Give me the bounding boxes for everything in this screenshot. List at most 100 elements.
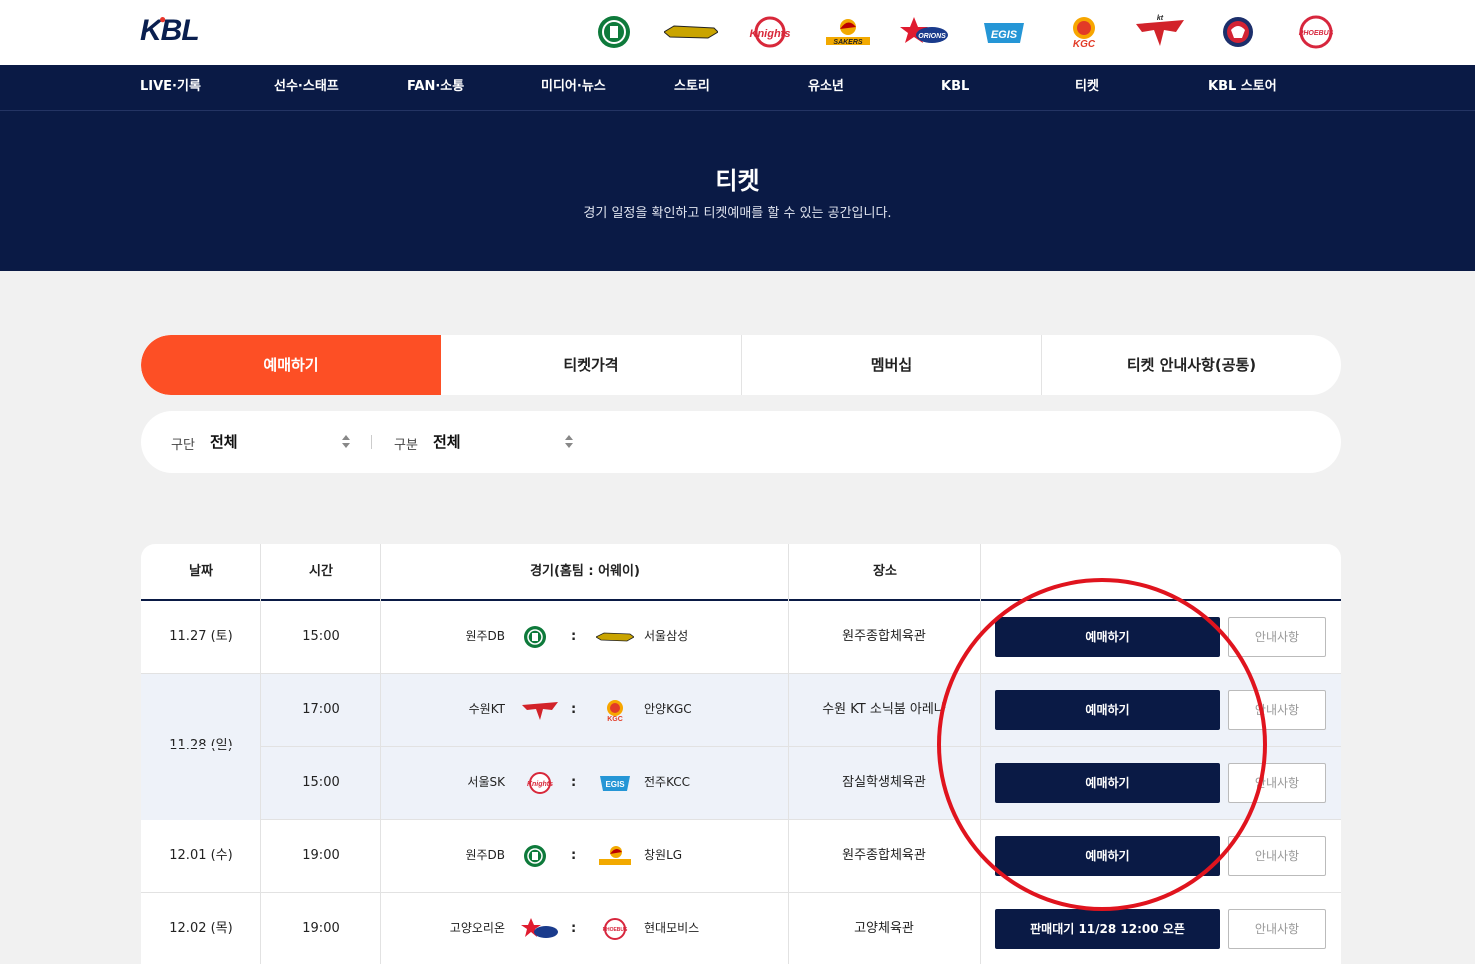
header-time: 시간	[309, 564, 333, 579]
away-team: 안양KGC	[644, 702, 692, 716]
schedule-table: 날짜 시간 경기(홈팀 : 어웨이) 장소 15:00 원주DB: 서울삼성원주종합…	[141, 544, 1341, 964]
score-separator: :	[571, 921, 577, 936]
kbl-logo[interactable]: KBL ●	[140, 12, 200, 48]
svg-text:Knights: Knights	[527, 781, 553, 788]
nav-item-live[interactable]: LIVE·기록	[140, 65, 201, 111]
team-logo-sakers-icon[interactable]: SAKERS	[822, 14, 872, 50]
team-logo-phoebus-icon[interactable]: PHOEBUS	[1294, 14, 1338, 50]
away-team: 서울삼성	[644, 629, 689, 643]
tab-booking[interactable]: 예매하기	[141, 335, 441, 395]
team-logo-orions-icon[interactable]: ORIONS	[900, 14, 950, 50]
score-separator: :	[571, 775, 577, 790]
tab-price[interactable]: 티켓가격	[441, 335, 741, 395]
kcc-egis-icon: EGIS	[596, 771, 634, 795]
score-separator: :	[571, 702, 577, 717]
svg-text:EGIS: EGIS	[605, 780, 625, 789]
samsung-thunders-icon	[595, 625, 635, 649]
buy-ticket-button[interactable]: 예매하기	[995, 763, 1220, 803]
svg-text:KGC: KGC	[607, 716, 623, 722]
header-venue: 장소	[873, 564, 897, 579]
ticket-tabs: 예매하기 티켓가격 멤버십 티켓 안내사항(공통)	[141, 335, 1341, 395]
col-divider	[788, 544, 789, 964]
col-divider	[980, 544, 981, 601]
tab-membership[interactable]: 멤버십	[741, 335, 1041, 395]
buy-ticket-button[interactable]: 판매대기 11/28 12:00 오픈	[995, 909, 1220, 949]
notice-button[interactable]: 안내사항	[1228, 909, 1326, 949]
buy-ticket-button[interactable]: 예매하기	[995, 690, 1220, 730]
table-row: 19:00 원주DB: 창원LG 원주종합체육관 예매하기 안내사항	[141, 820, 1341, 893]
venue: 원주종합체육관	[842, 848, 926, 863]
team-logo-db-icon[interactable]	[594, 14, 634, 50]
nav-item-store[interactable]: KBL 스토어	[1208, 65, 1277, 111]
team-logo-kt-icon[interactable]: kt	[1134, 14, 1186, 50]
svg-text:kt: kt	[1157, 15, 1164, 22]
nav-item-youth[interactable]: 유소년	[808, 65, 844, 111]
away-team: 전주KCC	[644, 775, 691, 789]
table-row: 15:00 원주DB: 서울삼성 원주종합체육관 예매하기 안내사항	[141, 601, 1341, 674]
filter-bar: 구단 전체 구분 전체	[141, 411, 1341, 473]
away-team: 현대모비스	[644, 921, 700, 935]
page-title: 티켓	[715, 167, 760, 195]
away-team: 창원LG	[644, 848, 683, 862]
team-filter-select[interactable]: 전체	[210, 431, 238, 452]
db-promy-icon	[521, 844, 549, 868]
match-date: 11.27 (토)	[169, 629, 233, 644]
phoebus-icon: PHOEBUS	[596, 917, 634, 941]
score-separator: :	[571, 629, 577, 644]
filter-divider	[371, 435, 372, 449]
venue: 고양체육관	[854, 921, 914, 936]
match-time: 15:00	[302, 775, 340, 790]
home-team: 수원KT	[468, 702, 505, 716]
match-time: 19:00	[302, 848, 340, 863]
svg-text:SAKERS: SAKERS	[833, 39, 863, 46]
table-row: 17:00 수원KT: KGC 안양KGC 수원 KT 소닉붐 아레나 예매하기 안내사항	[141, 674, 1341, 747]
home-team: 서울SK	[467, 775, 505, 789]
col-divider	[380, 544, 381, 964]
svg-text:ORIONS: ORIONS	[918, 33, 946, 40]
team-logo-egis-icon[interactable]: EGIS	[980, 14, 1028, 50]
notice-button[interactable]: 안내사항	[1228, 836, 1326, 876]
page-subtitle: 경기 일정을 확인하고 티켓예매를 할 수 있는 공간입니다.	[583, 206, 892, 221]
buy-ticket-button[interactable]: 예매하기	[995, 836, 1220, 876]
match-time: 19:00	[302, 921, 340, 936]
nav-item-fan[interactable]: FAN·소통	[407, 65, 464, 111]
kgc-icon: KGC	[596, 698, 634, 723]
col-divider	[260, 544, 261, 964]
sk-knights-icon: Knights	[521, 771, 553, 795]
table-header: 날짜 시간 경기(홈팀 : 어웨이) 장소	[141, 544, 1341, 601]
nav-item-story[interactable]: 스토리	[674, 65, 710, 111]
team-logo-thunders-icon[interactable]	[664, 14, 718, 50]
venue: 수원 KT 소닉붐 아레나	[822, 702, 946, 717]
hero-banner: 티켓 경기 일정을 확인하고 티켓예매를 할 수 있는 공간입니다.	[0, 111, 1475, 271]
kt-sonicboom-icon	[521, 698, 558, 722]
notice-button[interactable]: 안내사항	[1228, 617, 1326, 657]
team-logo-elephants-icon[interactable]	[1218, 14, 1258, 50]
team-logo-kgc-icon[interactable]: KGC	[1064, 14, 1104, 50]
notice-button[interactable]: 안내사항	[1228, 690, 1326, 730]
lg-sakers-icon	[596, 844, 634, 868]
type-filter-arrow-icon[interactable]	[565, 435, 573, 449]
table-row: 15:00 서울SK Knights: EGIS 전주KCC 잠실학생체육관 예매하기 안내사…	[141, 747, 1341, 820]
nav-item-media[interactable]: 미디어·뉴스	[541, 65, 606, 111]
buy-ticket-button[interactable]: 예매하기	[995, 617, 1220, 657]
type-filter-select[interactable]: 전체	[433, 431, 461, 452]
tab-notice[interactable]: 티켓 안내사항(공통)	[1041, 335, 1341, 395]
match-time: 15:00	[302, 629, 340, 644]
match-date: 12.02 (목)	[169, 921, 233, 936]
team-filter-arrow-icon[interactable]	[342, 435, 350, 449]
nav-item-kbl[interactable]: KBL	[941, 65, 969, 111]
team-logo-knights-icon[interactable]: Knights	[746, 14, 794, 50]
table-row: 19:00 고양오리온: PHOEBUS 현대모비스 고양체육관 판매대기 11/28 1…	[141, 893, 1341, 964]
db-promy-icon	[521, 625, 549, 649]
nav-item-players[interactable]: 선수·스태프	[274, 65, 339, 111]
svg-text:PHOEBUS: PHOEBUS	[1299, 30, 1334, 37]
svg-text:KGC: KGC	[1073, 39, 1096, 50]
col-divider	[980, 544, 981, 964]
match-time: 17:00	[302, 702, 340, 717]
home-team: 원주DB	[465, 629, 505, 643]
top-header: KBL ● Knights SAKERS ORIONS EGIS KGC kt P…	[0, 0, 1475, 65]
orions-icon	[521, 917, 558, 941]
notice-button[interactable]: 안내사항	[1228, 763, 1326, 803]
nav-item-ticket[interactable]: 티켓	[1075, 65, 1099, 111]
svg-text:Knights: Knights	[750, 28, 791, 40]
